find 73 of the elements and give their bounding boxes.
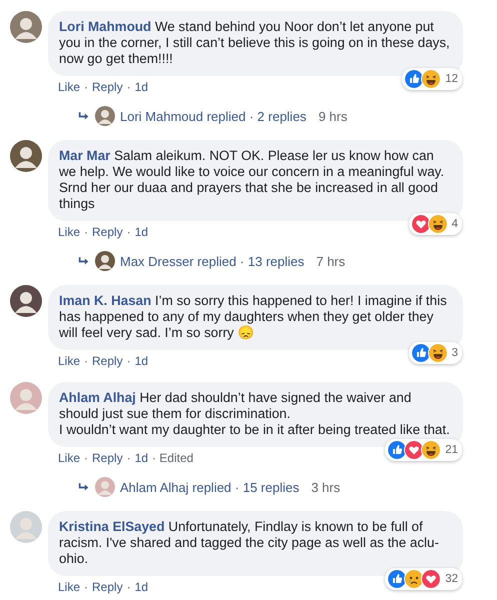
separator-dot: · [126, 354, 131, 368]
action-link[interactable]: Like [58, 225, 80, 239]
reply-time: 9 hrs [318, 108, 348, 124]
action-link[interactable]: Like [58, 354, 80, 368]
edited-label: · Edited [152, 451, 194, 465]
author-link[interactable]: Kristina ElSayed [59, 519, 165, 534]
reaction-summary[interactable]: 4 [408, 213, 462, 235]
laughing-face-icon [421, 69, 442, 89]
avatar [95, 477, 115, 497]
reply-arrow-icon [78, 110, 90, 122]
timestamp-link[interactable]: 1d [134, 580, 148, 594]
comment-text: Ahlam Alhaj Her dad shouldn’t have signed the waiver and should just sue them for discrimination. I wouldn’t want my daughter to be in it after being treated like that. [59, 390, 451, 438]
separator-dot: · [84, 580, 88, 594]
separator-dot: · [126, 225, 131, 239]
reaction-count: 3 [452, 347, 458, 359]
avatar [95, 251, 115, 271]
reply-time: 3 hrs [311, 480, 340, 494]
reaction-count: 4 [452, 218, 458, 230]
avatar[interactable] [10, 140, 42, 172]
reaction-summary[interactable]: 21 [385, 439, 462, 461]
action-link[interactable]: Reply [92, 580, 123, 594]
action-link[interactable]: Reply [92, 354, 123, 368]
crying-face-icon [404, 569, 424, 589]
laughing-face-icon [421, 440, 442, 460]
reaction-summary[interactable]: 32 [385, 568, 462, 590]
reaction-summary[interactable]: 12 [402, 68, 462, 90]
reply-time: 7 hrs [316, 254, 346, 268]
comment-text: Lori Mahmoud We stand behind you Noor don’t let anyone put you in the corner, I still can’t believe this is going on in these days, now go get them!!!! [59, 19, 451, 67]
separator-dot: · [84, 80, 88, 94]
reaction-count: 12 [445, 73, 458, 85]
separator-dot: · [126, 451, 131, 465]
avatar[interactable] [10, 285, 42, 317]
thumbs-up-icon [387, 440, 408, 460]
action-link[interactable]: Reply [92, 225, 123, 239]
heart-icon [421, 569, 442, 589]
timestamp-link[interactable]: 1d [134, 80, 148, 94]
author-link[interactable]: Ahlam Alhaj [59, 390, 136, 405]
separator-dot: · [126, 580, 131, 594]
reaction-summary[interactable]: 3 [408, 342, 462, 364]
view-replies-link[interactable]: Lori Mahmoud replied · 2 replies [120, 108, 306, 124]
separator-dot: · [84, 225, 88, 239]
timestamp-link[interactable]: 1d [134, 225, 148, 239]
timestamp-link[interactable]: 1d [134, 354, 148, 368]
thumbs-up-icon [410, 343, 431, 363]
timestamp-link[interactable]: 1d [134, 451, 148, 465]
thumbs-up-icon [387, 569, 408, 589]
comment-text: Iman K. Hasan I’m so sorry this happened to her! I imagine if this has happened to any of my daughters when they get older they will feel very sad. I’m so sorry 😞 [59, 293, 448, 341]
heart-icon [410, 214, 431, 234]
avatar [95, 106, 115, 126]
comment-text: Mar Mar Salam aleikum. NOT OK. Please ler us know how can we help. We would like to voice our concern in a meaningful way. Srnd her our duaa and prayers that she be increased in all good things [59, 148, 446, 212]
action-link[interactable]: Reply [92, 80, 123, 94]
author-link[interactable]: Iman K. Hasan [59, 293, 152, 308]
laughing-face-icon [428, 343, 448, 363]
reply-arrow-icon [78, 256, 90, 266]
thumbs-up-icon [404, 69, 424, 89]
separator-dot: · [84, 354, 88, 368]
action-link[interactable]: Like [58, 580, 80, 594]
action-link[interactable]: Reply [92, 451, 123, 465]
comment-text: Kristina ElSayed Unfortunately, Findlay is known to be full of racism. I've shared and tagged the city page as well as the aclu-ohio. [59, 519, 440, 567]
author-link[interactable]: Lori Mahmoud [59, 19, 152, 34]
separator-dot: · [84, 451, 88, 465]
action-link[interactable]: Like [58, 451, 80, 465]
avatar[interactable] [10, 11, 42, 43]
reply-arrow-icon [78, 482, 90, 492]
separator-dot: · [126, 80, 131, 94]
laughing-face-icon [428, 214, 448, 234]
heart-icon [404, 440, 424, 460]
view-replies-link[interactable]: Ahlam Alhaj replied · 15 replies [120, 480, 300, 494]
view-replies-link[interactable]: Max Dresser replied · 13 replies [120, 254, 304, 268]
reaction-count: 21 [445, 444, 458, 456]
action-link[interactable]: Like [58, 80, 80, 94]
author-link[interactable]: Mar Mar [59, 148, 110, 163]
reaction-count: 32 [445, 573, 458, 585]
